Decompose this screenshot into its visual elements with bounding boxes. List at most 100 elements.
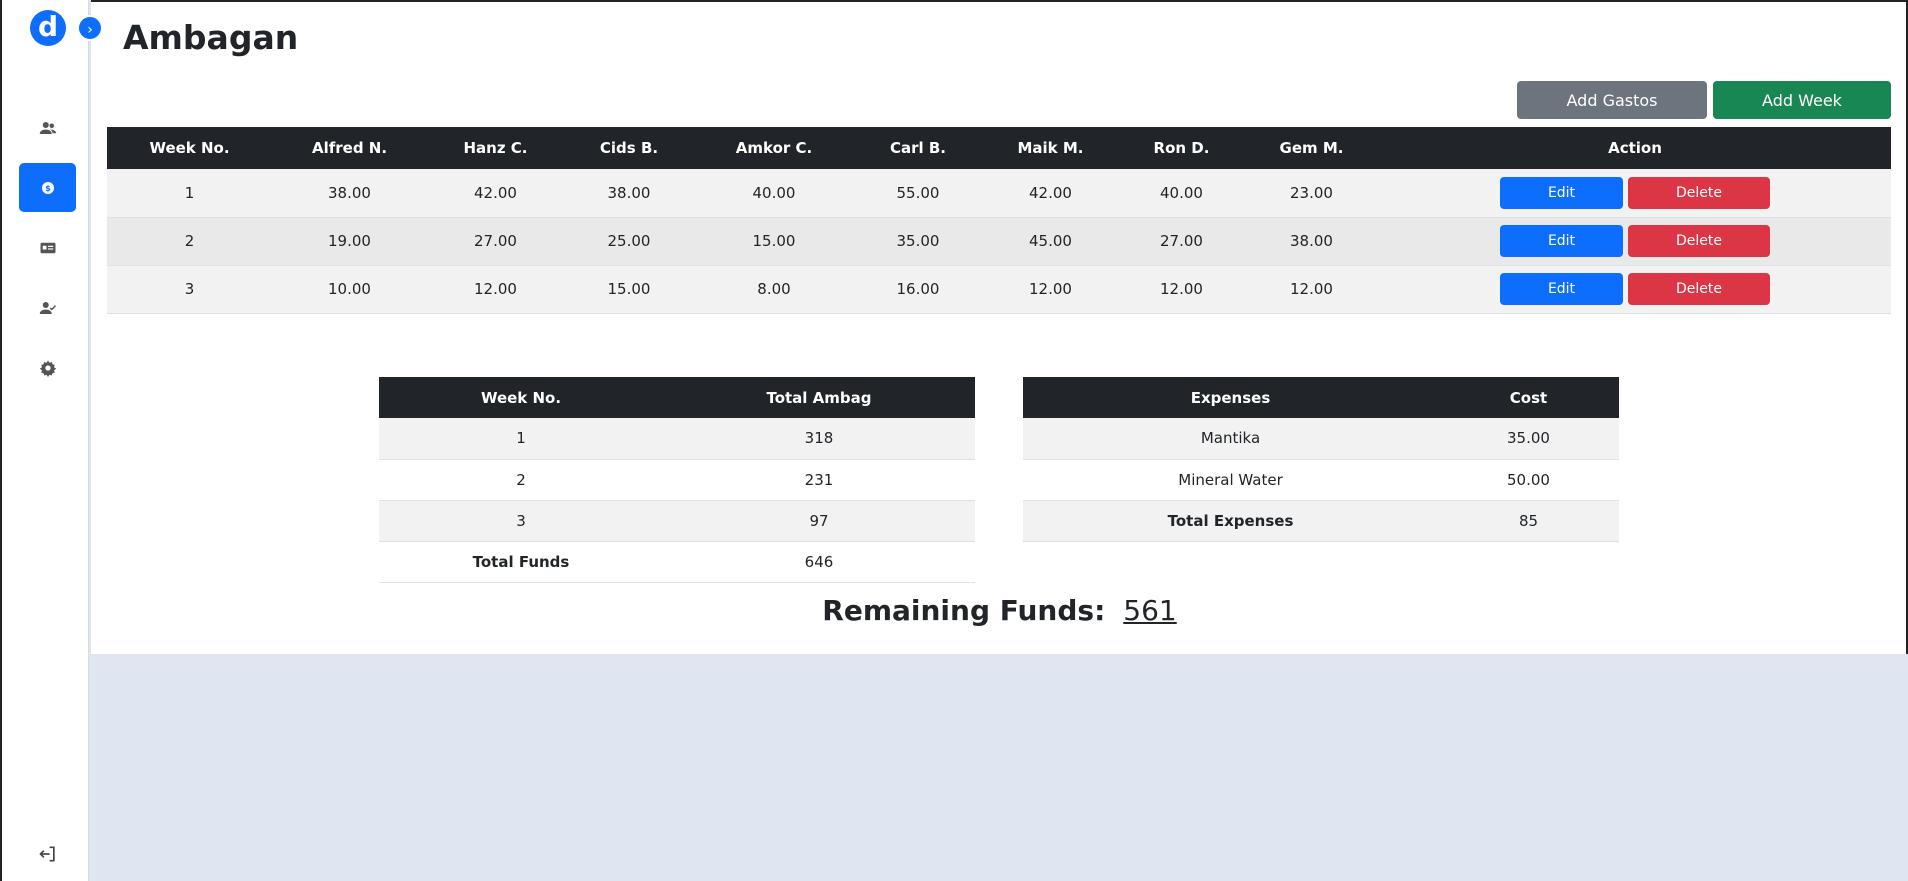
user-check-icon (39, 301, 56, 314)
table-cell: 1 (107, 169, 272, 218)
column-header: Gem M. (1244, 127, 1379, 169)
table-cell: 38.00 (1244, 217, 1379, 266)
users-icon (39, 121, 56, 134)
table-cell: 27.00 (1119, 217, 1244, 266)
sidebar-item-settings[interactable] (19, 343, 76, 392)
table-cell: 19.00 (272, 217, 427, 266)
sidebar-item-user-check[interactable] (19, 283, 76, 332)
weeks-table-header: Week No. Alfred N. Hanz C. Cids B. Amkor… (107, 127, 1891, 169)
summary-table-header: Week No. Total Ambag (379, 377, 975, 418)
table-cell: 2 (379, 459, 663, 501)
table-cell: 10.00 (272, 265, 427, 314)
table-cell: 3 (107, 265, 272, 314)
remaining-funds-label: Remaining Funds: (822, 594, 1106, 627)
weeks-table: Week No. Alfred N. Hanz C. Cids B. Amkor… (107, 127, 1891, 314)
main-content: Ambagan Add Gastos Add Week Week No. Alf… (91, 0, 1908, 654)
action-cell: Edit Delete (1379, 169, 1891, 218)
table-cell: 38.00 (564, 169, 694, 218)
table-cell: 42.00 (982, 169, 1119, 218)
page-title: Ambagan (123, 18, 299, 57)
table-cell: 12.00 (1244, 265, 1379, 314)
column-header: Alfred N. (272, 127, 427, 169)
expenses-table-header: Expenses Cost (1023, 377, 1619, 418)
sidebar: d $ (0, 0, 89, 881)
id-card-icon (40, 242, 55, 253)
table-cell: 12.00 (1119, 265, 1244, 314)
column-header: Week No. (379, 377, 663, 418)
column-header: Maik M. (982, 127, 1119, 169)
weekly-totals-table: Week No. Total Ambag 1 318 2 231 3 97 To… (379, 377, 975, 583)
edit-button[interactable]: Edit (1500, 225, 1623, 257)
table-cell: 8.00 (694, 265, 854, 314)
column-header: Week No. (107, 127, 272, 169)
table-cell: 45.00 (982, 217, 1119, 266)
table-cell: 35.00 (1438, 418, 1619, 460)
table-cell: 35.00 (854, 217, 982, 266)
dollar-icon: $ (41, 181, 54, 194)
table-row: 3 97 (379, 500, 975, 542)
total-expenses-value: 85 (1438, 500, 1619, 542)
table-row: Mantika 35.00 (1023, 418, 1619, 460)
action-cell: Edit Delete (1379, 265, 1891, 314)
table-cell: 3 (379, 500, 663, 542)
table-cell: 16.00 (854, 265, 982, 314)
column-header: Cost (1438, 377, 1619, 418)
total-row: Total Expenses 85 (1023, 500, 1619, 542)
column-header: Ron D. (1119, 127, 1244, 169)
logout-icon[interactable] (38, 844, 58, 864)
delete-button[interactable]: Delete (1628, 273, 1770, 305)
table-cell: Mineral Water (1023, 459, 1438, 501)
table-cell: 40.00 (694, 169, 854, 218)
table-cell: 1 (379, 418, 663, 460)
action-cell: Edit Delete (1379, 217, 1891, 266)
table-row: 1 38.00 42.00 38.00 40.00 55.00 42.00 40… (107, 169, 1891, 218)
column-header: Carl B. (854, 127, 982, 169)
table-cell: 55.00 (854, 169, 982, 218)
edit-button[interactable]: Edit (1500, 273, 1623, 305)
table-cell: 2 (107, 217, 272, 266)
column-header: Action (1379, 127, 1891, 169)
app-logo[interactable]: d (30, 10, 66, 46)
table-cell: 97 (663, 500, 975, 542)
table-cell: 231 (663, 459, 975, 501)
table-row: 1 318 (379, 418, 975, 460)
add-week-button[interactable]: Add Week (1713, 81, 1891, 119)
table-row: 2 231 (379, 459, 975, 501)
sidebar-item-id-card[interactable] (19, 223, 76, 272)
gear-icon (39, 360, 56, 377)
sidebar-toggle-button[interactable]: › (77, 15, 103, 41)
edit-button[interactable]: Edit (1500, 176, 1623, 209)
table-cell: 25.00 (564, 217, 694, 266)
delete-button[interactable]: Delete (1628, 225, 1770, 257)
table-cell: 38.00 (272, 169, 427, 218)
delete-button[interactable]: Delete (1628, 176, 1770, 209)
expenses-table: Expenses Cost Mantika 35.00 Mineral Wate… (1023, 377, 1619, 542)
column-header: Expenses (1023, 377, 1438, 418)
table-cell: 15.00 (564, 265, 694, 314)
column-header: Hanz C. (427, 127, 564, 169)
svg-text:$: $ (45, 183, 51, 193)
column-header: Cids B. (564, 127, 694, 169)
column-header: Amkor C. (694, 127, 854, 169)
sidebar-item-users[interactable] (19, 103, 76, 152)
table-row: Mineral Water 50.00 (1023, 459, 1619, 501)
table-cell: 42.00 (427, 169, 564, 218)
table-cell: Mantika (1023, 418, 1438, 460)
table-cell: 23.00 (1244, 169, 1379, 218)
table-cell: 15.00 (694, 217, 854, 266)
table-cell: 318 (663, 418, 975, 460)
table-row: 2 19.00 27.00 25.00 15.00 35.00 45.00 27… (107, 217, 1891, 266)
total-funds-value: 646 (663, 541, 975, 583)
total-row: Total Funds 646 (379, 541, 975, 583)
remaining-funds-value: 561 (1123, 594, 1177, 627)
total-funds-label: Total Funds (379, 541, 663, 583)
remaining-funds: Remaining Funds: 561 (91, 594, 1908, 627)
table-row: 3 10.00 12.00 15.00 8.00 16.00 12.00 12.… (107, 265, 1891, 314)
sidebar-item-funds[interactable]: $ (19, 163, 76, 212)
add-gastos-button[interactable]: Add Gastos (1517, 81, 1707, 119)
table-cell: 50.00 (1438, 459, 1619, 501)
table-cell: 12.00 (982, 265, 1119, 314)
total-expenses-label: Total Expenses (1023, 500, 1438, 542)
table-cell: 27.00 (427, 217, 564, 266)
table-cell: 40.00 (1119, 169, 1244, 218)
